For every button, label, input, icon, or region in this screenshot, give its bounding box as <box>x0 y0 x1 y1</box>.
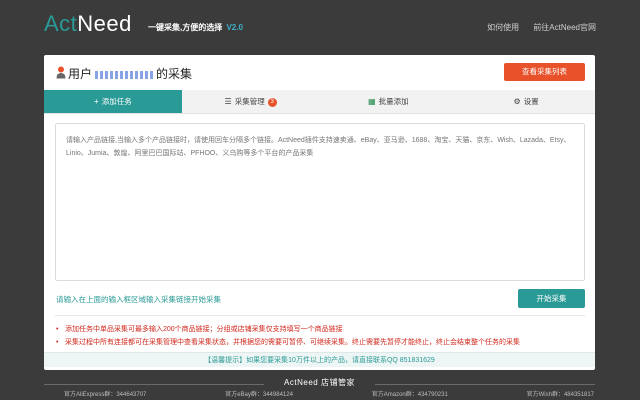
logo-need: Need <box>77 11 132 36</box>
collect-panel: 用户 的采集 查看采集列表 +添加任务 ☰采集管理3 ▦批量添加 ⚙设置 请输入在… <box>44 55 595 370</box>
how-to-use-link[interactable]: 如何使用 <box>487 23 519 32</box>
tab-label: 添加任务 <box>101 97 132 106</box>
note-item: 采集过程中所有连接都可在采集管理中查看采集状态，并根据您的需要可暂停、可继续采集… <box>56 336 586 349</box>
page-title: 用户 的采集 <box>68 65 192 82</box>
top-links: 如何使用 前往ActNeed官网 <box>475 22 596 33</box>
count-badge: 3 <box>267 98 277 107</box>
group-wish: 官方Wish群：484351817 <box>526 392 594 398</box>
tab-label: 采集管理 <box>234 97 265 106</box>
gear-icon: ⚙ <box>513 97 521 106</box>
title-suffix: 的采集 <box>156 67 193 81</box>
tip-banner: 【温馨提示】如果您要采集10万件以上的产品，请直接联系QQ 851831629 <box>44 352 595 367</box>
plus-icon: + <box>94 97 99 106</box>
footer-groups: 官方AliExpress群：344643707 官方eBay群：34498412… <box>64 389 594 398</box>
divider <box>55 315 585 316</box>
input-hint: 请输入在上面的输入框区域输入采集链接开始采集 <box>56 295 221 304</box>
notes-list: 添加任务中单品采集可最多输入200个商品链接；分组或店铺采集仅支持填写一个商品链… <box>56 323 586 349</box>
group-ebay: 官方eBay群：344984124 <box>225 392 293 398</box>
excel-icon: ▦ <box>368 97 376 106</box>
group-amazon: 官方Amazon群：434790231 <box>371 392 448 398</box>
tab-collect-manage[interactable]: ☰ 采集管理 3 <box>182 90 320 113</box>
version-label: V2.0 <box>226 23 243 32</box>
list-icon: ☰ <box>224 97 232 106</box>
footer-divider <box>44 384 595 385</box>
tab-bar: + 添加任务 ☰ 采集管理 3 ▦ 批量添加 ⚙ 设置 <box>44 90 595 114</box>
panel-header: 用户 的采集 查看采集列表 <box>44 55 595 90</box>
note-item: 添加任务中单品采集可最多输入200个商品链接；分组或店铺采集仅支持填写一个商品链… <box>56 323 586 336</box>
tab-settings[interactable]: ⚙ 设置 <box>457 90 595 113</box>
top-bar: ActNeed 一键采集,方便的选择 V2.0 如何使用 前往ActNeed官网 <box>0 0 640 50</box>
tab-label: 批量添加 <box>378 97 409 106</box>
title-prefix: 用户 <box>68 67 93 81</box>
logo[interactable]: ActNeed <box>44 11 132 37</box>
masked-username <box>95 70 154 79</box>
tab-label: 设置 <box>523 97 539 106</box>
tab-batch-add[interactable]: ▦ 批量添加 <box>320 90 458 113</box>
footer-title: ActNeed 店铺管家 <box>284 378 355 387</box>
official-site-link[interactable]: 前往ActNeed官网 <box>533 23 596 32</box>
product-link-input[interactable] <box>55 123 585 281</box>
slogan: 一键采集,方便的选择 V2.0 <box>148 22 243 33</box>
user-icon <box>56 66 66 79</box>
start-collect-button[interactable]: 开始采集 <box>518 289 585 308</box>
group-aliexpress: 官方AliExpress群：344643707 <box>64 392 147 398</box>
tab-add-task[interactable]: + 添加任务 <box>44 90 182 113</box>
view-collect-list-button[interactable]: 查看采集列表 <box>504 63 585 81</box>
logo-act: Act <box>44 11 78 36</box>
slogan-text: 一键采集,方便的选择 <box>148 23 223 32</box>
